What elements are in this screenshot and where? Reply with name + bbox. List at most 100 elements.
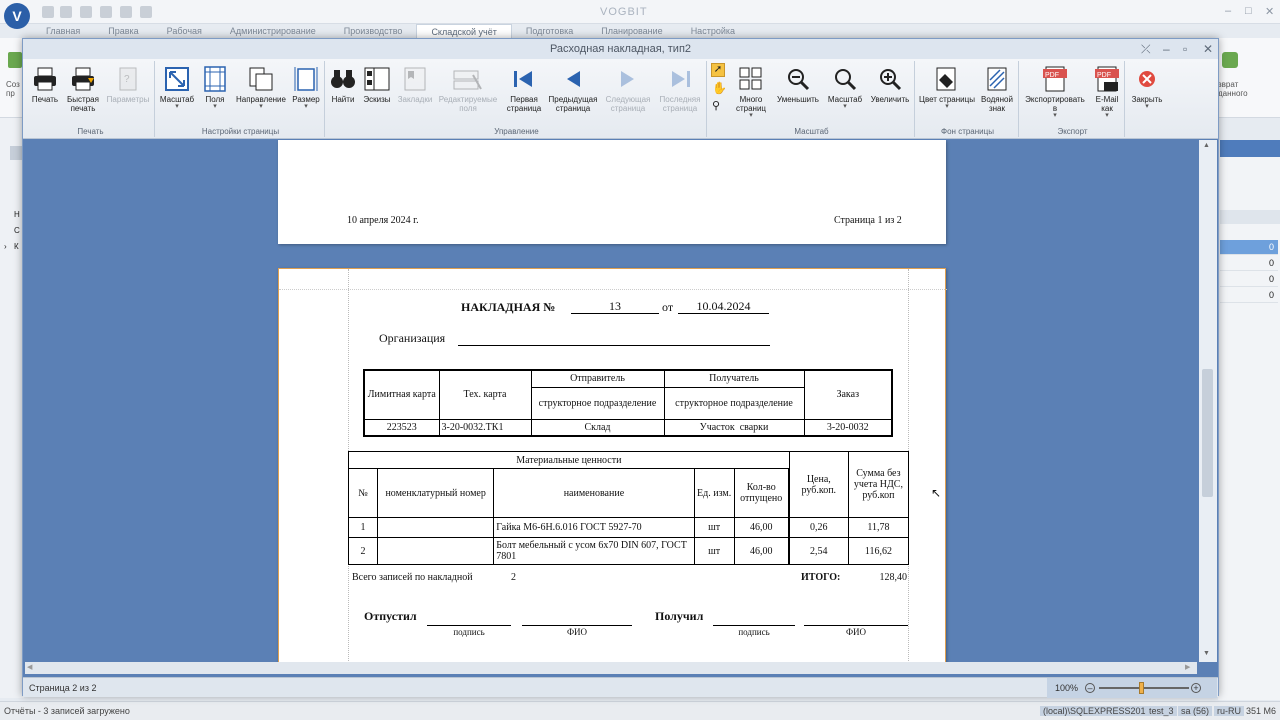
previous-page-button[interactable]: Предыдущая страница — [545, 63, 601, 113]
limit-card-header: Лимитная карта — [363, 369, 440, 420]
minimize-icon[interactable]: – — [1225, 5, 1231, 17]
sign-caption: подпись — [453, 627, 485, 637]
expand-icon[interactable]: › — [4, 242, 7, 251]
scroll-up-icon[interactable]: ▲ — [1203, 142, 1210, 149]
margins-button[interactable]: Поля ▾ — [197, 63, 233, 110]
orientation-button[interactable]: Направление ▾ — [233, 63, 289, 110]
left-row[interactable]: К — [14, 242, 19, 251]
total-records-value: 2 — [511, 572, 516, 583]
right-row[interactable]: 0 — [1220, 288, 1278, 303]
invoice-from: от — [662, 300, 674, 314]
page-color-button[interactable]: Цвет страницы ▾ — [917, 63, 977, 110]
right-row[interactable]: 0 — [1220, 272, 1278, 287]
app-tab[interactable]: Производство — [330, 24, 417, 38]
first-page-button[interactable]: Первая страница — [503, 63, 545, 113]
zoom-out-button[interactable]: Уменьшить — [773, 63, 823, 104]
app-tab[interactable]: Главная — [32, 24, 94, 38]
app-tab[interactable]: Правка — [94, 24, 152, 38]
zoom-plus-icon[interactable]: + — [1191, 683, 1201, 693]
group-page-setup: Масштаб ▾ Поля ▾ Направление ▾ Размер ▾ Наст… — [157, 61, 325, 137]
multiple-pages-button[interactable]: Много страниц ▾ — [729, 63, 773, 119]
zoom-minus-icon[interactable]: – — [1085, 683, 1095, 693]
last-page-button[interactable]: Последняя страница — [655, 63, 705, 113]
status-db: test_3 — [1146, 706, 1177, 716]
hand-icon[interactable]: ✋ — [712, 81, 727, 95]
invoice-heading: НАКЛАДНАЯ № — [461, 300, 556, 314]
group-zoom: ➚ ✋ ⚲ Много страниц ▾ Уменьшить Масштаб ▾ … — [709, 61, 915, 137]
maximize-icon[interactable]: ▫ — [1183, 42, 1187, 56]
quick-print-button[interactable]: Быстрая печать — [63, 63, 103, 113]
print-button[interactable]: Печать — [27, 63, 63, 104]
horizontal-scrollbar[interactable]: ◀ ▶ — [25, 662, 1197, 674]
right-row[interactable]: 0 — [1220, 256, 1278, 271]
app-logo-icon[interactable]: V — [4, 3, 30, 29]
qat-icon[interactable] — [100, 6, 112, 18]
maximize-icon[interactable]: □ — [1245, 5, 1252, 17]
itogo-label: ИТОГО: — [801, 572, 841, 583]
scroll-left-icon[interactable]: ◀ — [27, 663, 32, 671]
right-row[interactable]: 0 — [1220, 240, 1278, 255]
app-tab[interactable]: Настройка — [677, 24, 749, 38]
page-footer-date: 10 апреля 2024 г. — [347, 215, 419, 226]
app-tab[interactable]: Подготовка — [512, 24, 587, 38]
page-size-button[interactable]: Размер ▾ — [289, 63, 323, 110]
find-button[interactable]: Найти — [327, 63, 359, 104]
return-icon[interactable] — [1222, 52, 1238, 68]
qat-icon[interactable] — [80, 6, 92, 18]
app-tab[interactable]: Администрирование — [216, 24, 330, 38]
left-row[interactable]: Н — [14, 210, 20, 219]
editable-fields-button[interactable]: Редактируемые поля — [433, 63, 503, 113]
restore-icon[interactable]: ⤫ — [1141, 42, 1151, 57]
left-row[interactable]: С — [14, 226, 20, 235]
zoom-slider[interactable] — [1099, 687, 1189, 689]
row-sum: 116,62 — [847, 537, 910, 565]
status-user: sa (56) — [1178, 706, 1213, 716]
svg-text:PDF: PDF — [1097, 72, 1111, 79]
close-icon[interactable]: ✕ — [1265, 5, 1274, 18]
table-row[interactable]: 1 Гайка М6-6Н.6.016 ГОСТ 5927-70 шт 46,0… — [347, 517, 910, 538]
app-tab[interactable]: Складской учёт — [416, 24, 512, 38]
zoom-in-button[interactable]: Увеличить — [867, 63, 913, 104]
app-tab[interactable]: Планирование — [587, 24, 676, 38]
qat-icon[interactable] — [140, 6, 152, 18]
bookmarks-button[interactable]: Закладки — [395, 63, 435, 104]
watermark-button[interactable]: Водяной знак — [977, 63, 1017, 113]
bookmarks-icon — [404, 67, 426, 91]
close-preview-button[interactable]: Закрыть ▾ — [1127, 63, 1167, 110]
watermark-icon — [987, 67, 1007, 91]
group-label: Экспорт — [1057, 127, 1088, 136]
col-unit: Ед. изм. — [693, 468, 735, 518]
status-server: (local)\SQLEXPRESS2019 — [1040, 706, 1154, 716]
qat-icon[interactable] — [60, 6, 72, 18]
header-table: Лимитная карта Тех. карта Отправитель По… — [363, 369, 893, 437]
receiver-value: Участок сварки — [663, 418, 805, 437]
parameters-button[interactable]: ? Параметры — [103, 63, 153, 104]
minimize-icon[interactable]: – — [1163, 42, 1170, 56]
zoom-slider-thumb[interactable] — [1139, 682, 1144, 694]
row-number: 2 — [347, 537, 379, 565]
export-button[interactable]: PDF Экспортировать в ▾ — [1021, 63, 1089, 119]
scroll-thumb[interactable] — [1202, 369, 1213, 497]
close-icon[interactable]: ✕ — [1203, 42, 1213, 56]
qat-icon[interactable] — [42, 6, 54, 18]
email-button[interactable]: PDF E-Mail как ▾ — [1089, 63, 1125, 119]
organization-label: Организация — [379, 331, 446, 345]
thumbnails-button[interactable]: Эскизы — [359, 63, 395, 104]
total-records-label: Всего записей по накладной — [352, 572, 473, 583]
invoice-date: 10.04.2024 — [696, 299, 751, 313]
qat-icon[interactable] — [120, 6, 132, 18]
create-icon[interactable] — [8, 52, 22, 68]
scale-button[interactable]: Масштаб ▾ — [157, 63, 197, 110]
itogo-value: 128,40 — [879, 572, 908, 583]
scroll-down-icon[interactable]: ▼ — [1203, 650, 1210, 657]
zoom-button[interactable]: Масштаб ▾ — [823, 63, 867, 110]
next-page-button[interactable]: Следующая страница — [601, 63, 655, 113]
scroll-right-icon[interactable]: ▶ — [1185, 663, 1190, 671]
vertical-scrollbar[interactable]: ▲ ▼ — [1199, 140, 1217, 662]
app-tab[interactable]: Рабочая — [153, 24, 216, 38]
table-row[interactable]: 2 Болт мебельный с усом 6х70 DIN 607, ГО… — [347, 537, 910, 565]
material-values-header: Материальные ценности — [348, 451, 790, 469]
pointer-icon[interactable]: ➚ — [711, 63, 725, 77]
preview-area[interactable]: 10 апреля 2024 г. Страница 1 из 2 НАКЛАД… — [25, 140, 1197, 662]
magnifier-small-icon[interactable]: ⚲ — [712, 99, 720, 112]
